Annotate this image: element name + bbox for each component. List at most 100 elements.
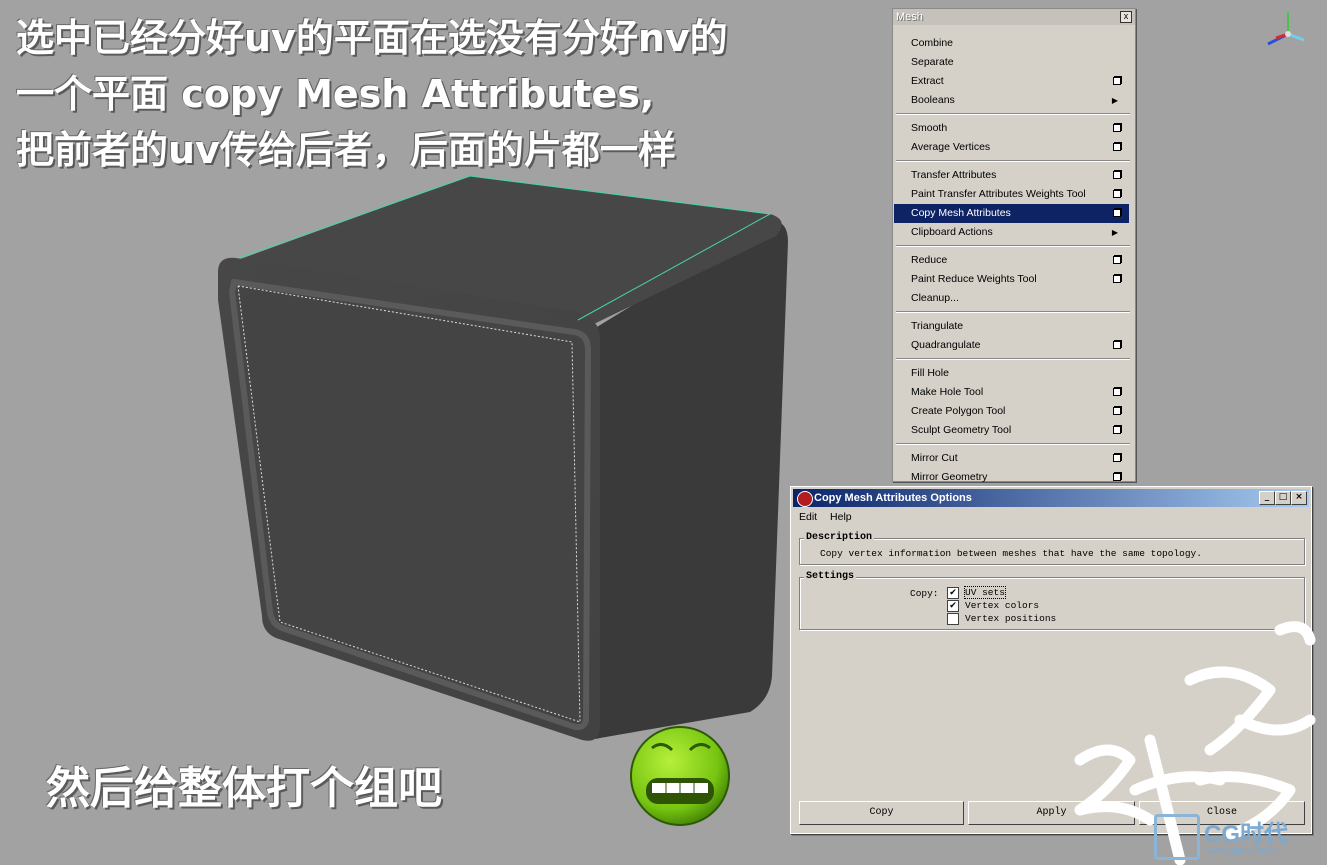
menu-item-label: Triangulate (911, 320, 964, 332)
option-box-icon[interactable] (1113, 209, 1121, 217)
menu-item-smooth[interactable]: Smooth (894, 119, 1129, 138)
menu-item-sculpt-geometry-tool[interactable]: Sculpt Geometry Tool (894, 421, 1129, 440)
menu-divider (896, 443, 1130, 445)
copy-button[interactable]: Copy (799, 801, 964, 825)
menu-item-copy-mesh-attributes[interactable]: Copy Mesh Attributes (894, 204, 1129, 223)
menu-item-mirror-cut[interactable]: Mirror Cut (894, 449, 1129, 468)
vertex-positions-checkbox[interactable] (947, 613, 959, 625)
menu-item-label: Paint Reduce Weights Tool (911, 273, 1037, 285)
menu-item-label: Create Polygon Tool (911, 405, 1006, 417)
mesh-menu: Mesh x Combine Separate Extract Booleans ▶ Sm… (892, 8, 1136, 483)
menu-item-label: Paint Transfer Attributes Weights Tool (911, 188, 1086, 200)
option-box-icon[interactable] (1113, 256, 1121, 264)
menu-item-combine[interactable]: Combine (894, 34, 1129, 53)
menu-item-separate[interactable]: Separate (894, 53, 1129, 72)
menu-item-paint-reduce-weights-tool[interactable]: Paint Reduce Weights Tool (894, 270, 1129, 289)
option-box-icon[interactable] (1113, 341, 1121, 349)
menu-item-label: Combine (911, 37, 954, 49)
axis-gizmo-icon (1267, 12, 1305, 46)
menu-item-reduce[interactable]: Reduce (894, 251, 1129, 270)
watermark-url: www.cgtime.com.cn (1208, 846, 1279, 855)
option-box-icon[interactable] (1113, 143, 1121, 151)
minimize-icon[interactable]: _ (1259, 491, 1275, 505)
menu-item-label: Make Hole Tool (911, 386, 984, 398)
menu-item-label: Extract (911, 75, 944, 87)
vertex-colors-label: Vertex colors (965, 600, 1040, 611)
menu-help[interactable]: Help (830, 511, 852, 523)
submenu-arrow-icon: ▶ (1111, 96, 1118, 105)
option-box-icon[interactable] (1113, 407, 1121, 415)
menu-item-create-polygon-tool[interactable]: Create Polygon Tool (894, 402, 1129, 421)
vertex-colors-checkbox[interactable]: ✔ (947, 600, 959, 612)
maya-app-icon (797, 491, 813, 507)
smiley-emoticon-icon (630, 726, 730, 826)
dialog-menubar: Edit Help (799, 511, 862, 523)
mesh-menu-title-text: Mesh (896, 11, 923, 23)
menu-divider (896, 311, 1130, 313)
menu-item-label: Cleanup... (911, 292, 959, 304)
menu-item-label: Clipboard Actions (911, 226, 993, 238)
caption-line-3: 把前者的uv传给后者，后面的片都一样 (16, 128, 676, 172)
option-box-icon[interactable] (1113, 124, 1121, 132)
menu-item-booleans[interactable]: Booleans ▶ (894, 91, 1129, 110)
menu-item-average-vertices[interactable]: Average Vertices (894, 138, 1129, 157)
tutorial-caption-top: 选中已经分好uv的平面在选没有分好nv的 一个平面 copy Mesh Attr… (16, 10, 728, 178)
menu-item-label: Fill Hole (911, 367, 949, 379)
menu-item-cleanup[interactable]: Cleanup... (894, 289, 1129, 308)
uv-sets-label: UV sets (964, 586, 1006, 599)
menu-item-label: Separate (911, 56, 954, 68)
option-box-icon[interactable] (1113, 388, 1121, 396)
caption-line-2: 一个平面 copy Mesh Attributes, (16, 72, 655, 116)
cube-front-inner (238, 286, 580, 722)
menu-item-label: Copy Mesh Attributes (911, 207, 1011, 219)
menu-item-label: Reduce (911, 254, 948, 266)
caption-line-1: 选中已经分好uv的平面在选没有分好nv的 (16, 16, 728, 60)
menu-edit[interactable]: Edit (799, 511, 817, 523)
menu-item-quadrangulate[interactable]: Quadrangulate (894, 336, 1129, 355)
watermark-brand: CG时代 (1204, 821, 1288, 848)
cgtime-logo-icon (1154, 814, 1200, 860)
copy-label: Copy: (910, 588, 939, 599)
menu-item-triangulate[interactable]: Triangulate (894, 317, 1129, 336)
close-icon[interactable]: × (1291, 491, 1307, 505)
dialog-title: Copy Mesh Attributes Options (814, 492, 972, 504)
menu-item-label: Mirror Geometry (911, 471, 988, 483)
menu-item-make-hole-tool[interactable]: Make Hole Tool (894, 383, 1129, 402)
close-icon[interactable]: x (1120, 11, 1132, 23)
option-box-icon[interactable] (1113, 77, 1121, 85)
option-box-icon[interactable] (1113, 426, 1121, 434)
description-label: Description (804, 532, 875, 543)
menu-divider (896, 113, 1130, 115)
tutorial-caption-bottom: 然后给整体打个组吧 (46, 763, 442, 814)
uv-sets-checkbox[interactable]: ✔ (947, 587, 959, 599)
menu-divider (896, 245, 1130, 247)
mesh-menu-title: Mesh x (893, 9, 1135, 25)
menu-item-label: Booleans (911, 94, 955, 106)
maximize-icon[interactable]: □ (1275, 491, 1291, 505)
description-frame: Description Copy vertex information betw… (799, 532, 1305, 565)
option-box-icon[interactable] (1113, 473, 1121, 481)
settings-label: Settings (804, 571, 857, 582)
dialog-titlebar[interactable]: Copy Mesh Attributes Options _ □ × (793, 489, 1309, 507)
cgtime-watermark: CG时代 www.cgtime.com.cn (1152, 812, 1322, 860)
menu-item-transfer-attributes[interactable]: Transfer Attributes (894, 166, 1129, 185)
menu-item-label: Sculpt Geometry Tool (911, 424, 1012, 436)
description-text: Copy vertex information between meshes t… (820, 548, 1202, 559)
menu-divider (896, 358, 1130, 360)
menu-item-fill-hole[interactable]: Fill Hole (894, 364, 1129, 383)
menu-item-label: Smooth (911, 122, 948, 134)
menu-item-label: Mirror Cut (911, 452, 958, 464)
submenu-arrow-icon: ▶ (1111, 228, 1118, 237)
menu-divider (896, 160, 1130, 162)
option-box-icon[interactable] (1113, 275, 1121, 283)
option-box-icon[interactable] (1113, 454, 1121, 462)
menu-item-mirror-geometry[interactable]: Mirror Geometry (894, 468, 1129, 487)
option-box-icon[interactable] (1113, 190, 1121, 198)
menu-item-extract[interactable]: Extract (894, 72, 1129, 91)
option-box-icon[interactable] (1113, 171, 1121, 179)
menu-item-label: Transfer Attributes (911, 169, 997, 181)
menu-item-clipboard-actions[interactable]: Clipboard Actions ▶ (894, 223, 1129, 242)
menu-item-label: Quadrangulate (911, 339, 981, 351)
menu-item-label: Average Vertices (911, 141, 991, 153)
menu-item-paint-transfer-attributes-weights-tool[interactable]: Paint Transfer Attributes Weights Tool (894, 185, 1129, 204)
